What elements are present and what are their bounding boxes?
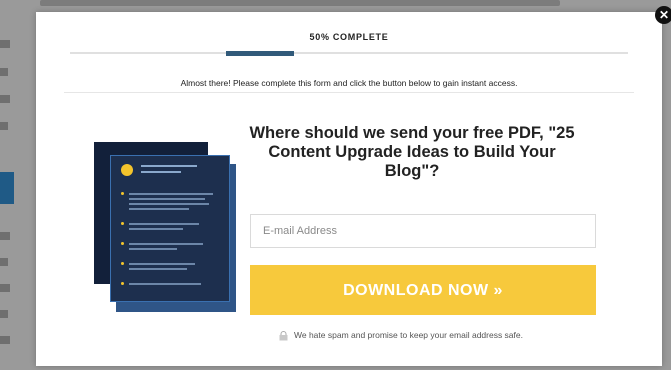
background-text	[0, 68, 8, 76]
background-accent	[0, 172, 14, 204]
lightbulb-icon	[121, 164, 133, 176]
background-text	[0, 95, 10, 103]
ebook-cover-image	[110, 155, 230, 302]
background-text	[0, 336, 10, 344]
progress-label: 50% COMPLETE	[309, 32, 389, 42]
background-text	[0, 310, 8, 318]
close-icon[interactable]: ✕	[655, 6, 671, 24]
background-text	[0, 232, 10, 240]
progress-fill	[226, 51, 294, 56]
offer-headline: Where should we send your free PDF, "25 …	[249, 124, 575, 180]
background-text	[0, 258, 8, 266]
privacy-note-text: We hate spam and promise to keep your em…	[294, 330, 523, 340]
background-text	[0, 122, 8, 130]
divider	[64, 92, 634, 93]
background-text	[0, 40, 10, 48]
form-notice: Almost there! Please complete this form …	[180, 78, 518, 88]
privacy-note: We hate spam and promise to keep your em…	[276, 330, 596, 340]
background-text	[0, 284, 10, 292]
background-header-bar	[40, 0, 560, 6]
email-field[interactable]	[250, 214, 596, 248]
download-now-button[interactable]: DOWNLOAD NOW »	[250, 265, 596, 315]
optin-modal: 50% COMPLETE Almost there! Please comple…	[36, 12, 662, 366]
ebook-header	[121, 162, 219, 182]
progress-track	[70, 52, 628, 54]
